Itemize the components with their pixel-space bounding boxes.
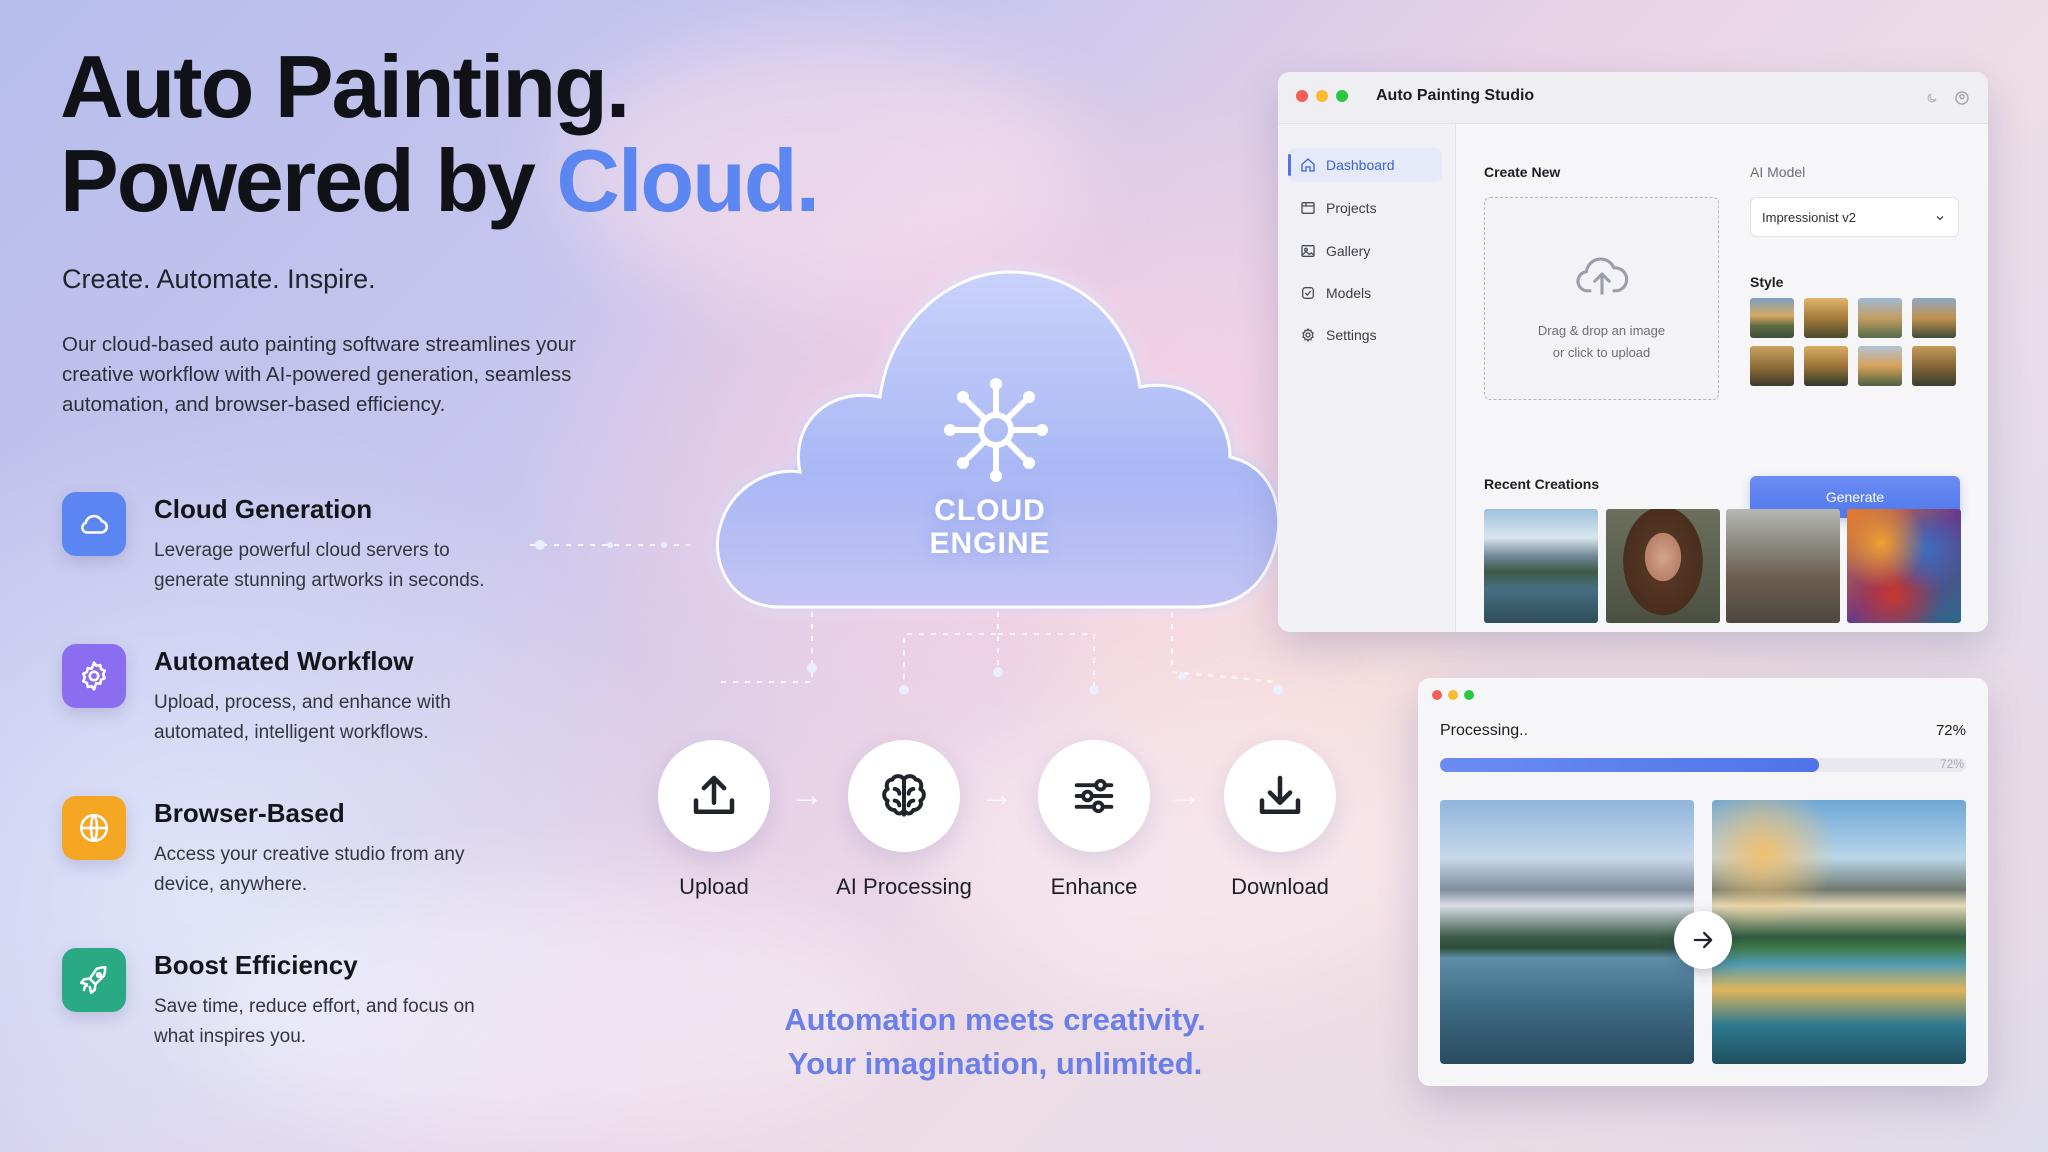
- progress-fill: [1440, 758, 1819, 772]
- cloud-engine-line1: CLOUD: [934, 494, 1046, 527]
- sidebar-item-gallery[interactable]: Gallery: [1288, 234, 1442, 268]
- window-title: Auto Painting Studio: [1376, 87, 1535, 104]
- step-ai-processing: AI Processing: [804, 740, 1004, 900]
- processing-percent: 72%: [1935, 722, 1966, 739]
- sidebar: Dashboard Projects Gallery Models Settin…: [1278, 124, 1456, 632]
- ai-model-value: Impressionist v2: [1762, 210, 1856, 225]
- title-bar: Auto Painting Studio: [1278, 72, 1988, 124]
- sidebar-item-label: Gallery: [1326, 243, 1371, 259]
- upload-dropzone[interactable]: Drag & drop an image or click to upload: [1484, 197, 1719, 400]
- brain-icon: [848, 740, 960, 852]
- folder-icon: [1301, 202, 1315, 214]
- motto-line2: Your imagination, unlimited.: [787, 1046, 1203, 1081]
- progress-bar: 72%: [1440, 757, 1966, 772]
- ai-model-label: AI Model: [1750, 164, 1806, 180]
- processing-label: Processing..: [1440, 722, 1529, 739]
- cube-icon: [1302, 287, 1314, 299]
- cloud-engine: CLOUD ENGINE: [690, 262, 1290, 622]
- minimize-window-button[interactable]: [1448, 690, 1458, 700]
- upload-hint: Drag & drop an image or click to upload: [1485, 320, 1718, 364]
- maximize-window-button[interactable]: [1464, 690, 1474, 700]
- user-icon[interactable]: [1954, 90, 1970, 106]
- create-new-heading: Create New: [1484, 164, 1561, 180]
- step-upload: Upload: [614, 740, 814, 900]
- step-enhance: Enhance: [994, 740, 1194, 900]
- recent-creation-thumb[interactable]: [1484, 509, 1598, 623]
- sidebar-item-label: Dashboard: [1326, 157, 1395, 173]
- sliders-icon: [1038, 740, 1150, 852]
- download-icon: [1224, 740, 1336, 852]
- gear-icon: [1302, 327, 1314, 343]
- recent-creation-thumb[interactable]: [1606, 509, 1720, 623]
- recent-creations-heading: Recent Creations: [1484, 476, 1600, 492]
- sidebar-item-settings[interactable]: Settings: [1288, 318, 1442, 352]
- ai-model-select[interactable]: Impressionist v2: [1750, 197, 1959, 237]
- sidebar-item-dashboard[interactable]: Dashboard: [1288, 148, 1442, 182]
- close-window-button[interactable]: [1296, 90, 1308, 102]
- sidebar-item-label: Models: [1326, 285, 1372, 301]
- sidebar-item-models[interactable]: Models: [1288, 276, 1442, 310]
- motto: Automation meets creativity. Your imagin…: [700, 998, 1290, 1086]
- progress-ghost-percent: 72%: [1939, 757, 1964, 771]
- motto-line1: Automation meets creativity.: [784, 1002, 1206, 1037]
- sidebar-item-label: Settings: [1326, 327, 1377, 343]
- style-thumb[interactable]: [1750, 298, 1794, 338]
- main-area: Create New Drag & drop an image or click…: [1456, 124, 1988, 632]
- moon-icon[interactable]: [1926, 92, 1938, 104]
- sidebar-item-label: Projects: [1326, 200, 1377, 216]
- step-download: Download: [1180, 740, 1380, 900]
- style-thumb[interactable]: [1804, 298, 1848, 338]
- recent-creation-thumb[interactable]: [1847, 509, 1961, 623]
- style-thumb[interactable]: [1858, 346, 1902, 386]
- app-window: Auto Painting Studio Dashboard Projects …: [1278, 72, 1988, 632]
- recent-creation-thumb[interactable]: [1726, 509, 1840, 623]
- maximize-window-button[interactable]: [1336, 90, 1348, 102]
- style-heading: Style: [1750, 274, 1784, 290]
- cloud-engine-label: CLOUD ENGINE: [690, 494, 1290, 560]
- network-hub-icon: [944, 378, 1048, 482]
- style-thumb[interactable]: [1858, 298, 1902, 338]
- home-icon: [1301, 158, 1315, 172]
- step-label: Upload: [679, 874, 749, 899]
- image-icon: [1301, 245, 1315, 257]
- upload-icon: [658, 740, 770, 852]
- painted-image: [1712, 800, 1966, 1064]
- style-thumb[interactable]: [1750, 346, 1794, 386]
- sidebar-item-projects[interactable]: Projects: [1288, 191, 1442, 225]
- chevron-down-icon: [1936, 216, 1944, 221]
- style-thumb[interactable]: [1912, 346, 1956, 386]
- minimize-window-button[interactable]: [1316, 90, 1328, 102]
- processing-window: Processing.. 72% 72%: [1418, 678, 1988, 1086]
- upload-hint-line1: Drag & drop an image: [1537, 323, 1666, 338]
- style-thumb[interactable]: [1912, 298, 1956, 338]
- cloud-engine-line2: ENGINE: [929, 527, 1051, 560]
- arrow-right-icon: [1674, 911, 1732, 969]
- upload-hint-line2: or click to upload: [1552, 345, 1651, 360]
- cloud-upload-icon: [1576, 257, 1629, 295]
- step-label: Download: [1231, 874, 1329, 899]
- step-label: AI Processing: [836, 874, 972, 899]
- step-label: Enhance: [1050, 874, 1138, 899]
- close-window-button[interactable]: [1432, 690, 1442, 700]
- original-image: [1440, 800, 1694, 1064]
- style-thumb[interactable]: [1804, 346, 1848, 386]
